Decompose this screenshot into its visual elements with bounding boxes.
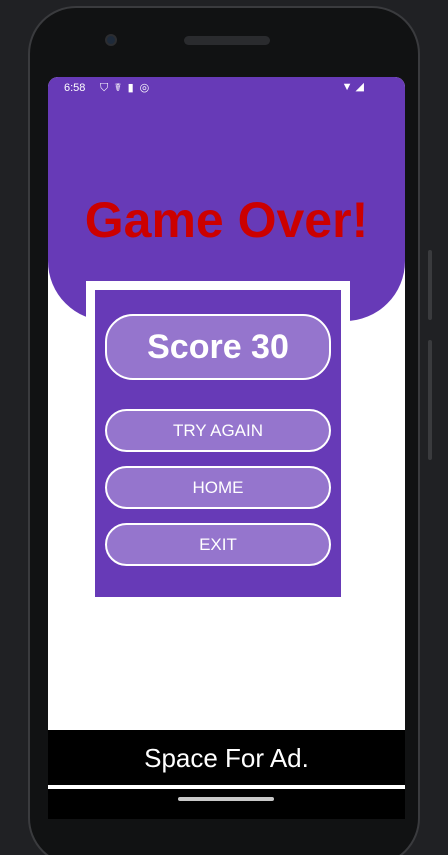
home-button[interactable]: HOME: [105, 466, 331, 509]
try-again-button[interactable]: TRY AGAIN: [105, 409, 331, 452]
status-right-icons: ▼◢: [342, 80, 367, 93]
power-button: [428, 250, 432, 320]
exit-button[interactable]: EXIT: [105, 523, 331, 566]
result-panel-inner: Score 30 TRY AGAIN HOME EXIT: [95, 290, 341, 597]
earpiece-speaker: [184, 36, 270, 45]
front-camera-icon: [105, 34, 117, 46]
app-screen: 6:58 ⛉☤▮◎ ▼◢ Game Over! Score 30 TRY AGA…: [48, 77, 405, 807]
gesture-home-handle[interactable]: [178, 797, 274, 801]
sd-card-icon: ▮: [127, 82, 140, 94]
wifi-icon: ▼: [341, 81, 356, 93]
status-left-icons: ⛉☤▮◎: [100, 81, 155, 95]
sync-icon: ◎: [139, 82, 156, 94]
volume-button: [428, 340, 432, 460]
game-over-title: Game Over!: [84, 192, 369, 248]
status-bar: 6:58 ⛉☤▮◎ ▼◢: [48, 77, 405, 99]
shield-icon: ⛉: [100, 82, 115, 94]
navigation-bar: [48, 789, 405, 819]
signal-icon: ◢: [355, 81, 367, 93]
bug-icon: ☤: [114, 82, 128, 94]
result-panel: Score 30 TRY AGAIN HOME EXIT: [86, 281, 350, 597]
ad-banner: Space For Ad.: [48, 730, 405, 787]
status-time: 6:58: [64, 82, 86, 94]
score-display: Score 30: [105, 314, 331, 380]
